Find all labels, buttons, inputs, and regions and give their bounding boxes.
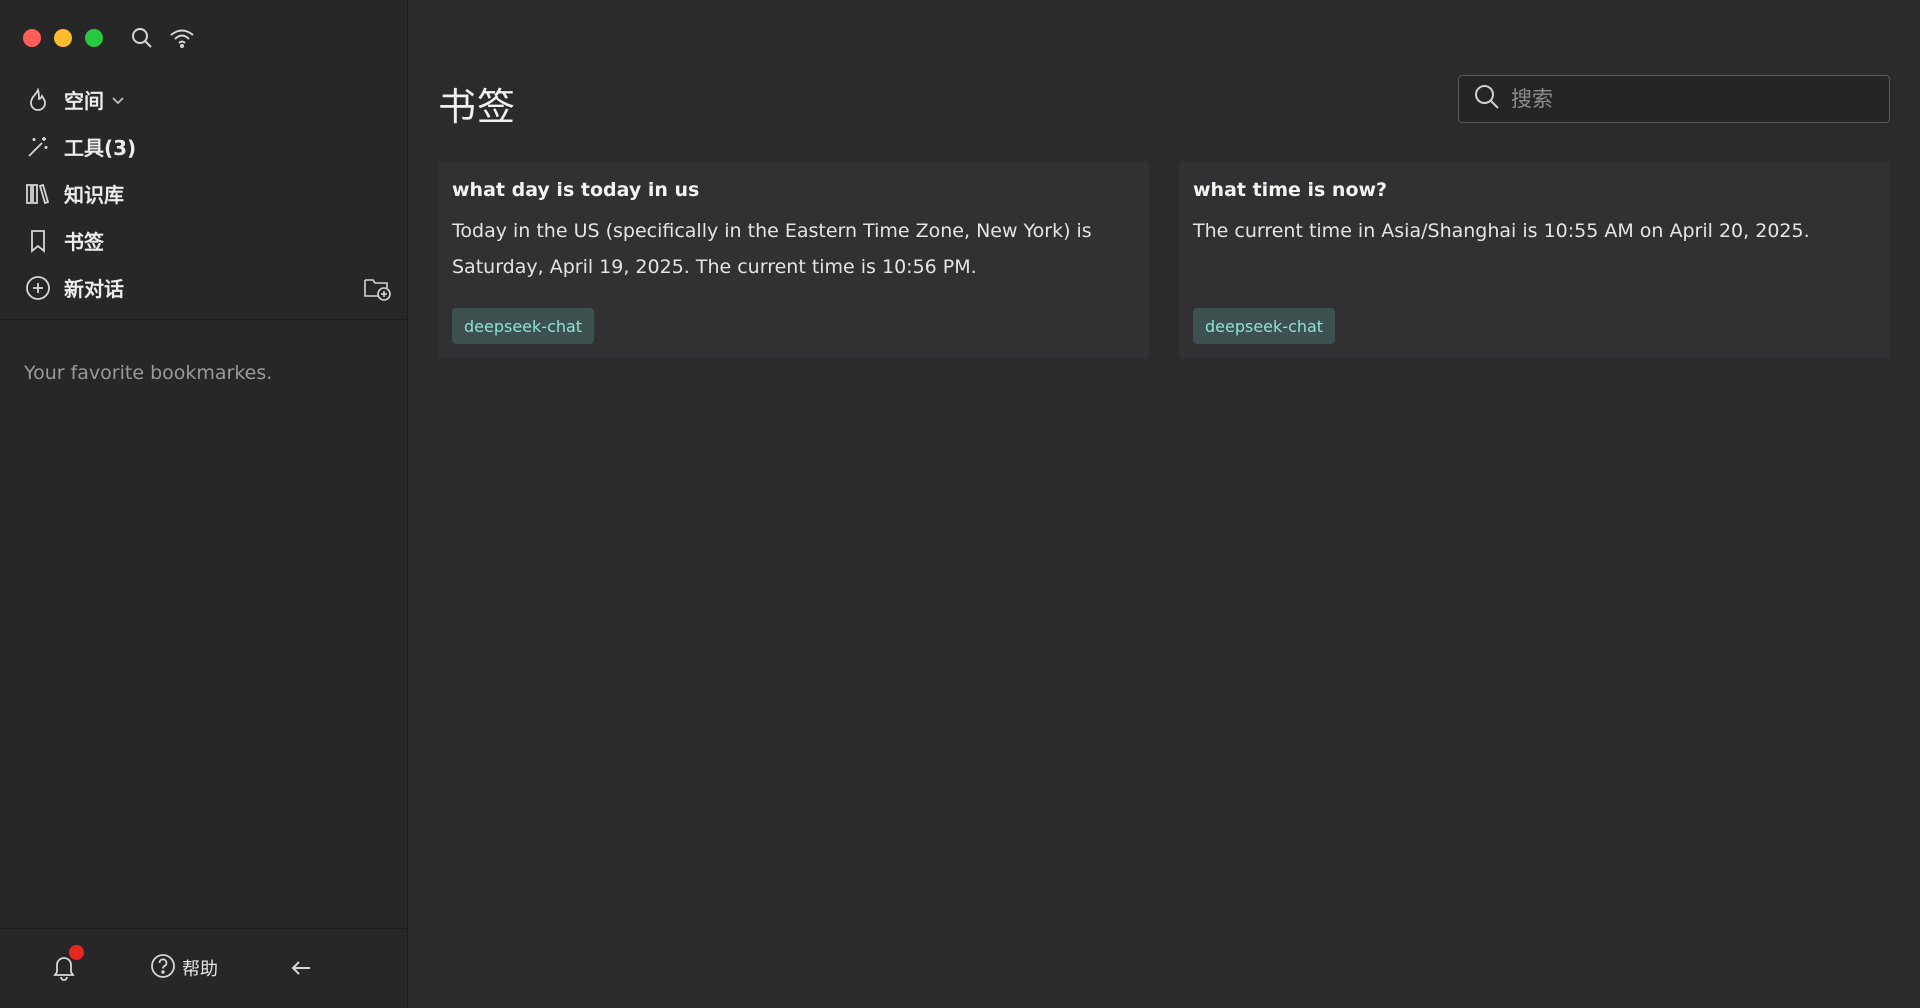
sidebar-item-label: 工具(3) <box>64 136 137 160</box>
plus-circle-icon <box>24 274 52 302</box>
sidebar-item-label: 空间 <box>64 89 104 113</box>
window-titlebar <box>0 0 407 76</box>
main-content: 书签 what day is today in us Today in the … <box>408 0 1920 1008</box>
magic-wand-icon <box>24 133 52 161</box>
sidebar-item-new-chat[interactable]: 新对话 <box>24 264 393 311</box>
bookmark-content: The current time in Asia/Shanghai is 10:… <box>1193 220 1810 242</box>
library-icon <box>24 180 52 208</box>
search-icon <box>1473 83 1501 115</box>
help-label: 帮助 <box>182 959 218 980</box>
sidebar-item-knowledge-base[interactable]: 知识库 <box>24 170 393 217</box>
bookmark-list: what day is today in us Today in the US … <box>438 161 1890 359</box>
sidebar-nav: 空间 工具(3) 知识库 书签 新对话 <box>0 76 407 311</box>
sidebar-divider <box>0 319 407 320</box>
sidebar-item-label: 知识库 <box>64 183 124 207</box>
question-circle-icon <box>150 953 176 983</box>
notification-bell-icon[interactable] <box>48 945 84 983</box>
bookmark-title: what time is now? <box>1193 179 1388 201</box>
app-window: 空间 工具(3) 知识库 书签 新对话 Your favorite bookma… <box>0 0 1920 1008</box>
chevron-down-icon[interactable] <box>112 95 124 105</box>
flame-icon <box>24 86 52 114</box>
wifi-icon[interactable] <box>168 24 196 52</box>
search-icon[interactable] <box>128 24 156 52</box>
sidebar-item-label: 书签 <box>64 230 104 254</box>
sidebar-item-bookmarks[interactable]: 书签 <box>24 217 393 264</box>
search-input[interactable] <box>1509 76 1889 122</box>
minimize-window-button[interactable] <box>54 29 72 47</box>
help-button[interactable]: 帮助 <box>150 953 218 983</box>
close-window-button[interactable] <box>23 29 41 47</box>
model-tag: deepseek-chat <box>1193 308 1336 344</box>
sidebar-item-tools[interactable]: 工具(3) <box>24 123 393 170</box>
new-folder-icon[interactable] <box>361 272 393 304</box>
arrow-left-icon[interactable] <box>286 953 316 983</box>
bookmark-card[interactable]: what time is now? The current time in As… <box>1179 161 1890 359</box>
notification-badge <box>69 945 84 960</box>
sidebar-hint-text: Your favorite bookmarkes. <box>24 362 273 384</box>
bookmark-content: Today in the US (specifically in the Eas… <box>452 220 1092 278</box>
sidebar-item-label: 新对话 <box>64 277 124 301</box>
sidebar: 空间 工具(3) 知识库 书签 新对话 Your favorite bookma… <box>0 0 408 1008</box>
bookmark-title: what day is today in us <box>452 179 700 201</box>
page-title: 书签 <box>438 85 517 129</box>
sidebar-footer: 帮助 <box>0 928 407 1008</box>
search-box[interactable] <box>1458 75 1890 123</box>
sidebar-item-space[interactable]: 空间 <box>24 76 393 123</box>
bookmark-icon <box>24 227 52 255</box>
bookmark-card[interactable]: what day is today in us Today in the US … <box>438 161 1149 359</box>
maximize-window-button[interactable] <box>85 29 103 47</box>
model-tag: deepseek-chat <box>452 308 595 344</box>
